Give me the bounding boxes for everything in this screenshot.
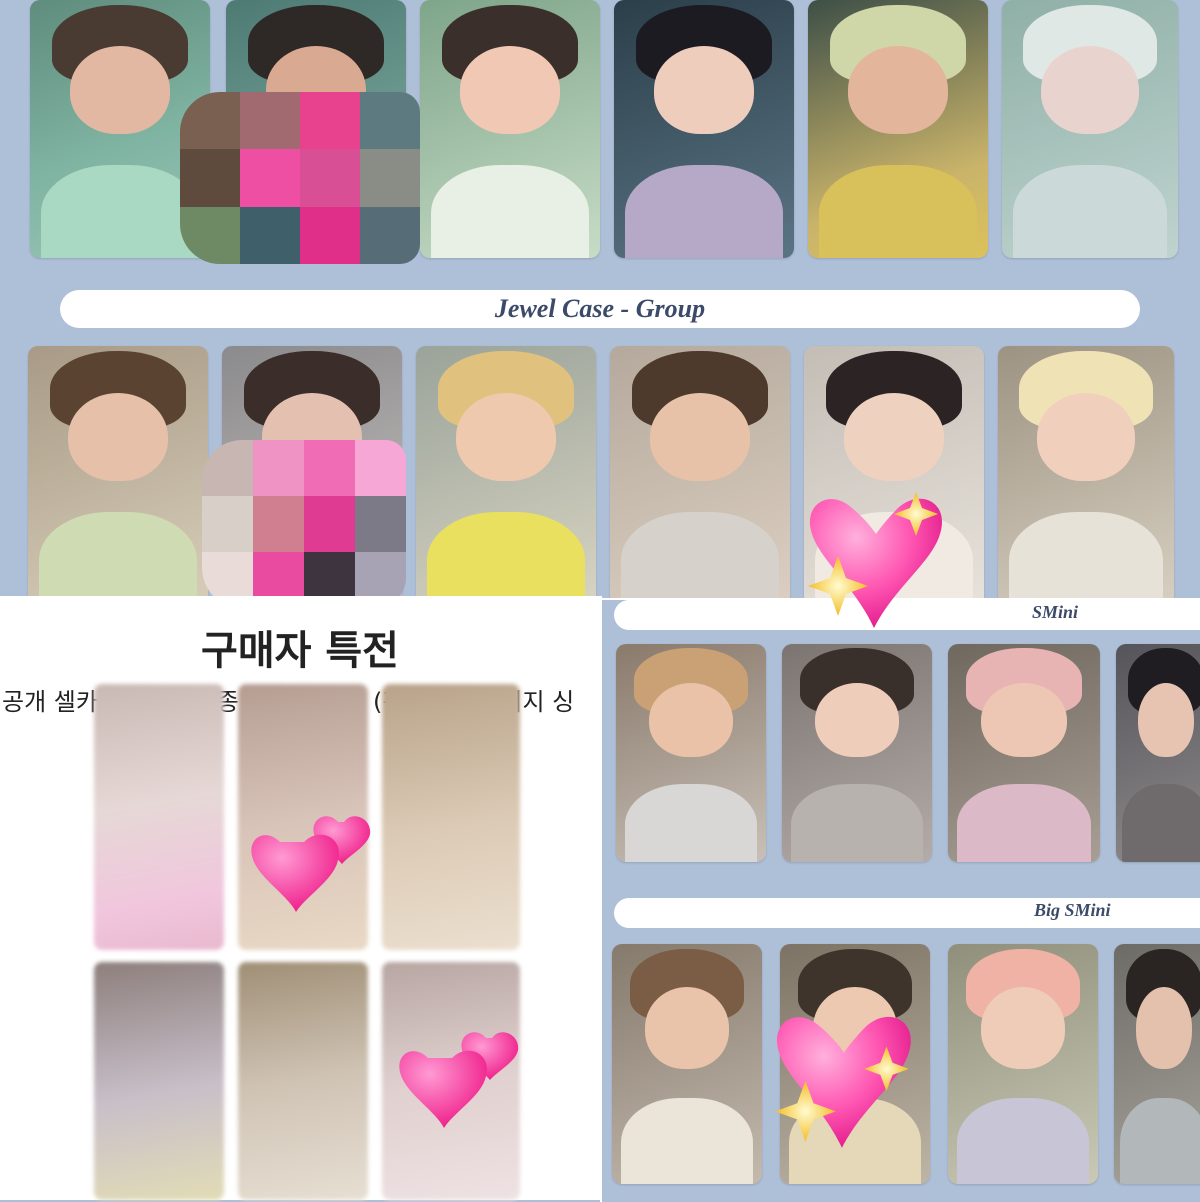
photocard (782, 644, 932, 862)
section-label-pill (614, 898, 1200, 928)
benefit-heading: 구매자 특전 (201, 628, 399, 674)
blurred-photocard (94, 684, 224, 950)
photocard (416, 346, 596, 606)
section-label-big-smini: Big SMini (1034, 900, 1111, 920)
photocard (948, 944, 1098, 1184)
photocard (612, 944, 762, 1184)
photocard (1114, 944, 1200, 1184)
mosaic-censor (180, 92, 420, 264)
photocard (420, 0, 600, 258)
photocard (1002, 0, 1178, 258)
photocard (616, 644, 766, 862)
photocard (998, 346, 1174, 606)
photocard (1116, 644, 1200, 862)
section-label-smini: SMini (1032, 602, 1079, 622)
section-label-jewel-case-group: Jewel Case - Group (494, 294, 706, 323)
two-hearts-icon (399, 1032, 519, 1128)
photocard (948, 644, 1100, 862)
mosaic-censor (202, 440, 406, 608)
two-hearts-icon (251, 816, 371, 912)
photocard (28, 346, 208, 606)
sparkling-heart-icon (775, 1016, 911, 1148)
blurred-photocard (382, 684, 520, 950)
sparkling-heart-icon (808, 492, 942, 628)
photocard (614, 0, 794, 258)
blurred-photocard (238, 962, 368, 1200)
blurred-photocard (94, 962, 224, 1200)
photocard (808, 0, 988, 258)
photocard (610, 346, 790, 606)
